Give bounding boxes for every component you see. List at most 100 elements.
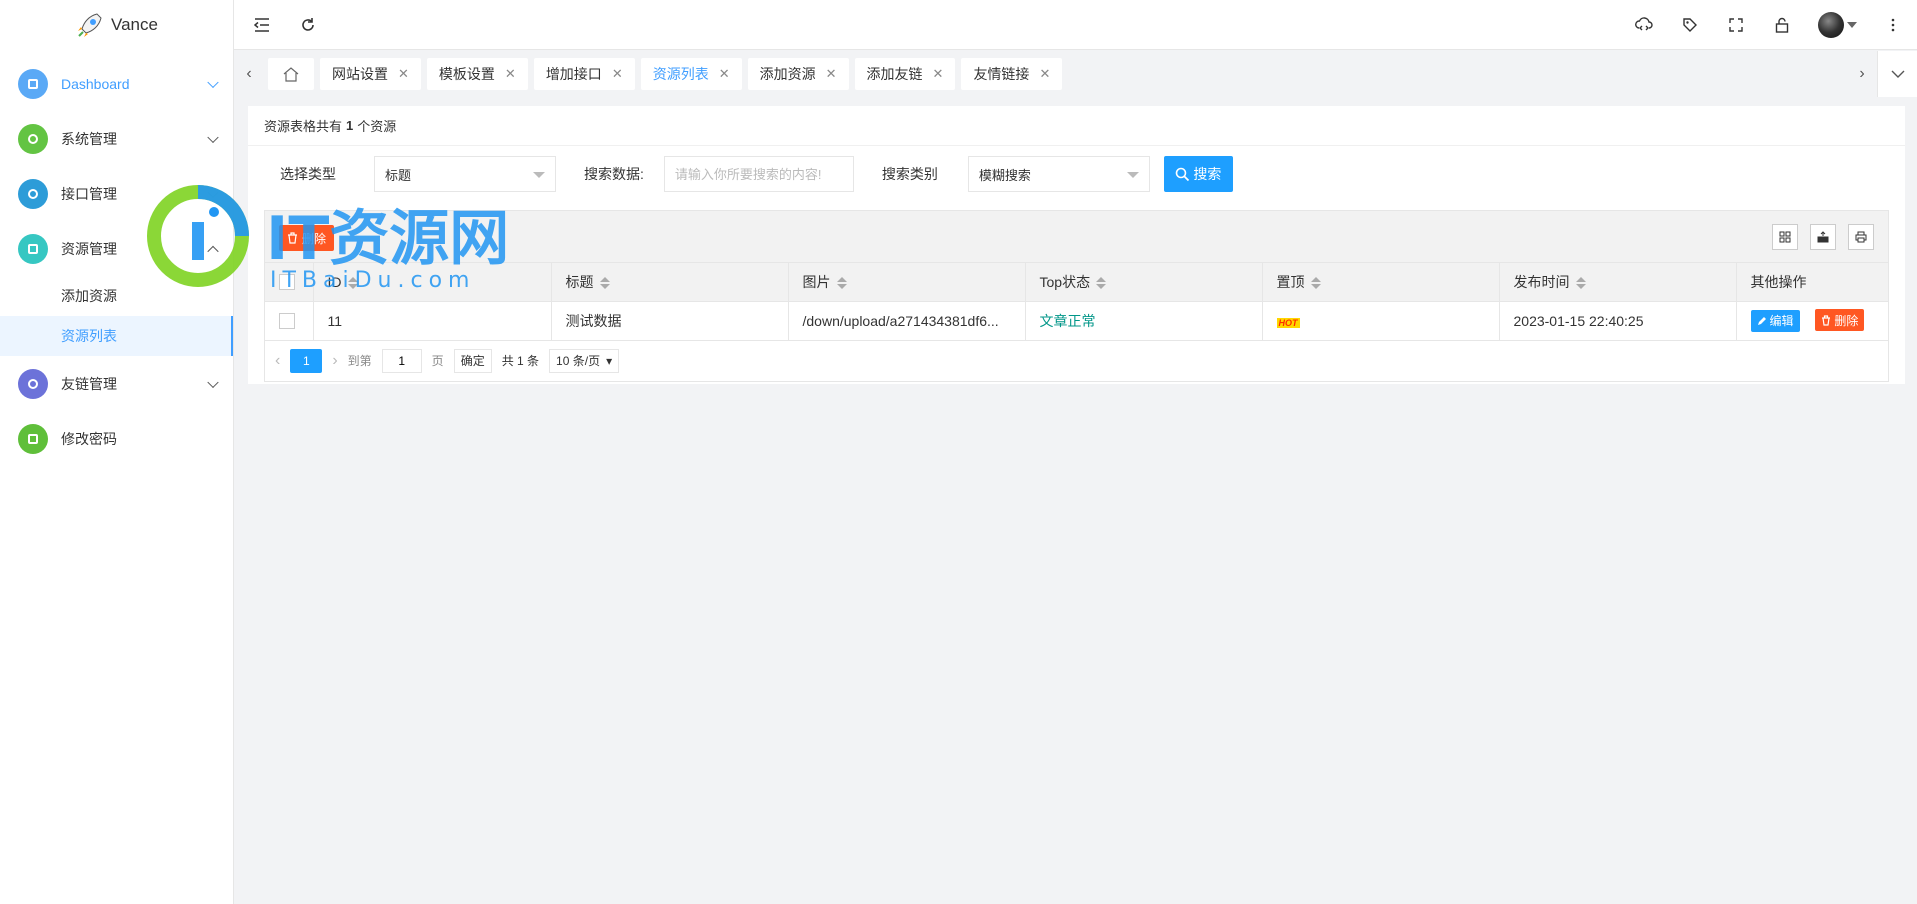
close-icon[interactable]: ✕	[826, 66, 837, 82]
sort-icon[interactable]	[1310, 277, 1321, 290]
select-all-cell	[265, 263, 314, 302]
dropdown-arrow-icon	[1126, 172, 1139, 178]
sort-icon[interactable]	[836, 277, 847, 290]
cell-status: 文章正常	[1025, 301, 1263, 341]
tab-site-settings[interactable]: 网站设置 ✕	[320, 58, 421, 90]
menu-toggle-icon[interactable]	[252, 15, 272, 35]
close-icon[interactable]: ✕	[719, 66, 730, 82]
header-label: 标题	[565, 273, 594, 290]
sort-icon[interactable]	[1096, 277, 1107, 290]
fullscreen-icon[interactable]	[1726, 15, 1746, 35]
tab-label: 模板设置	[438, 66, 495, 82]
delete-button[interactable]: 删除	[1815, 309, 1865, 332]
sidebar-item-system[interactable]: 系统管理	[0, 111, 233, 166]
category-label: 搜索类别	[881, 166, 938, 182]
goto-confirm-button[interactable]: 确定	[453, 348, 492, 373]
chevron-down-icon	[207, 76, 219, 88]
current-page[interactable]: 1	[290, 348, 323, 373]
search-button-label: 搜索	[1193, 166, 1222, 182]
tab-resource-list[interactable]: 资源列表 ✕	[640, 58, 742, 90]
user-menu[interactable]	[1818, 11, 1857, 38]
search-icon	[1176, 167, 1190, 181]
sidebar-item-password[interactable]: 修改密码	[0, 411, 233, 466]
sort-icon[interactable]	[599, 277, 610, 290]
data-table: ID 标题 图片 Top状态 置顶 发布时间 其他操作 11 测试数据 /dow…	[265, 263, 1888, 341]
title-prefix: 资源表格共有	[264, 119, 343, 134]
edit-label: 编辑	[1769, 314, 1794, 329]
cell-pin: HOT	[1262, 301, 1500, 341]
table-toolbar: 删除	[265, 211, 1888, 263]
sidebar-item-label: 资源管理	[61, 240, 117, 257]
dropdown-arrow-icon	[533, 172, 545, 178]
sidebar-item-label: 接口管理	[61, 185, 117, 202]
trash-icon	[288, 232, 297, 244]
column-header-id[interactable]: ID	[313, 263, 552, 302]
close-icon[interactable]: ✕	[1039, 66, 1050, 82]
next-page-icon[interactable]: ›	[332, 352, 337, 370]
sidebar-item-label: 修改密码	[61, 430, 117, 447]
sort-icon[interactable]	[1575, 277, 1586, 290]
pagination: ‹ 1 › 到第 页 确定 共 1 条 10 条/页 ▾	[265, 341, 1888, 381]
caret-down-icon	[1847, 21, 1857, 28]
sidebar-menu: Dashboard 系统管理 接口管理 资源管理 添加资源 资源列表 友链管理 …	[0, 56, 233, 466]
tab-label: 友情链接	[973, 66, 1030, 82]
sidebar-item-label: Dashboard	[61, 75, 130, 92]
page-label: 页	[431, 354, 444, 368]
columns-filter-icon[interactable]	[1772, 224, 1798, 250]
app-logo[interactable]: Vance	[0, 0, 233, 50]
tabs-scroll-left-icon[interactable]: ‹	[234, 51, 264, 97]
column-header-top-status[interactable]: Top状态	[1025, 263, 1263, 302]
close-icon[interactable]: ✕	[933, 66, 944, 82]
sidebar-item-resources[interactable]: 资源管理	[0, 221, 233, 276]
tab-add-resource[interactable]: 添加资源 ✕	[747, 58, 849, 90]
tab-template-settings[interactable]: 模板设置 ✕	[426, 58, 528, 90]
tab-label: 添加资源	[759, 66, 816, 82]
tabs-scroll-right-icon[interactable]: ›	[1847, 51, 1877, 97]
batch-delete-button[interactable]: 删除	[279, 225, 335, 251]
select-all-checkbox[interactable]	[279, 274, 295, 291]
search-input[interactable]	[663, 156, 854, 192]
goto-page-input[interactable]	[381, 348, 422, 373]
submenu-item-resource-list[interactable]: 资源列表	[0, 316, 233, 356]
tag-icon[interactable]	[1680, 15, 1700, 35]
chevron-down-icon	[207, 131, 219, 143]
row-checkbox[interactable]	[279, 313, 295, 330]
tabs-menu-icon[interactable]	[1877, 51, 1917, 97]
sidebar-item-dashboard[interactable]: Dashboard	[0, 56, 233, 111]
tab-label: 网站设置	[332, 66, 388, 82]
total-count: 共 1 条	[501, 354, 540, 368]
table-row: 11 测试数据 /down/upload/a271434381df6... 文章…	[265, 301, 1888, 341]
close-icon[interactable]: ✕	[398, 66, 409, 82]
page-size-select[interactable]: 10 条/页 ▾	[549, 348, 620, 373]
export-icon[interactable]	[1810, 224, 1836, 250]
prev-page-icon[interactable]: ‹	[275, 352, 280, 370]
refresh-icon[interactable]	[298, 15, 318, 35]
column-header-title[interactable]: 标题	[551, 263, 789, 302]
lock-icon[interactable]	[1772, 15, 1792, 35]
column-header-image[interactable]: 图片	[788, 263, 1026, 302]
cloud-code-icon[interactable]	[1634, 15, 1654, 35]
close-icon[interactable]: ✕	[612, 66, 623, 82]
home-icon	[18, 68, 48, 99]
tab-add-api[interactable]: 增加接口 ✕	[533, 58, 635, 90]
more-vertical-icon[interactable]	[1883, 15, 1903, 35]
sort-icon[interactable]	[347, 277, 358, 290]
sidebar-item-api[interactable]: 接口管理	[0, 166, 233, 221]
tab-friend-links[interactable]: 友情链接 ✕	[961, 58, 1063, 90]
tab-add-link[interactable]: 添加友链 ✕	[854, 58, 956, 90]
tab-label: 添加友链	[866, 66, 923, 82]
edit-button[interactable]: 编辑	[1750, 309, 1800, 332]
submenu-item-add-resource[interactable]: 添加资源	[0, 276, 233, 316]
search-button[interactable]: 搜索	[1163, 156, 1233, 192]
column-header-pin[interactable]: 置顶	[1262, 263, 1500, 302]
tab-label: 增加接口	[545, 66, 602, 82]
column-header-date[interactable]: 发布时间	[1499, 263, 1737, 302]
tab-home[interactable]	[268, 58, 314, 90]
close-icon[interactable]: ✕	[505, 66, 516, 82]
type-select[interactable]: 标题	[374, 156, 556, 192]
globe-icon	[18, 178, 48, 209]
category-select[interactable]: 模糊搜索	[967, 156, 1150, 192]
sidebar-item-links[interactable]: 友链管理	[0, 356, 233, 411]
home-icon	[283, 66, 299, 82]
print-icon[interactable]	[1848, 224, 1874, 250]
